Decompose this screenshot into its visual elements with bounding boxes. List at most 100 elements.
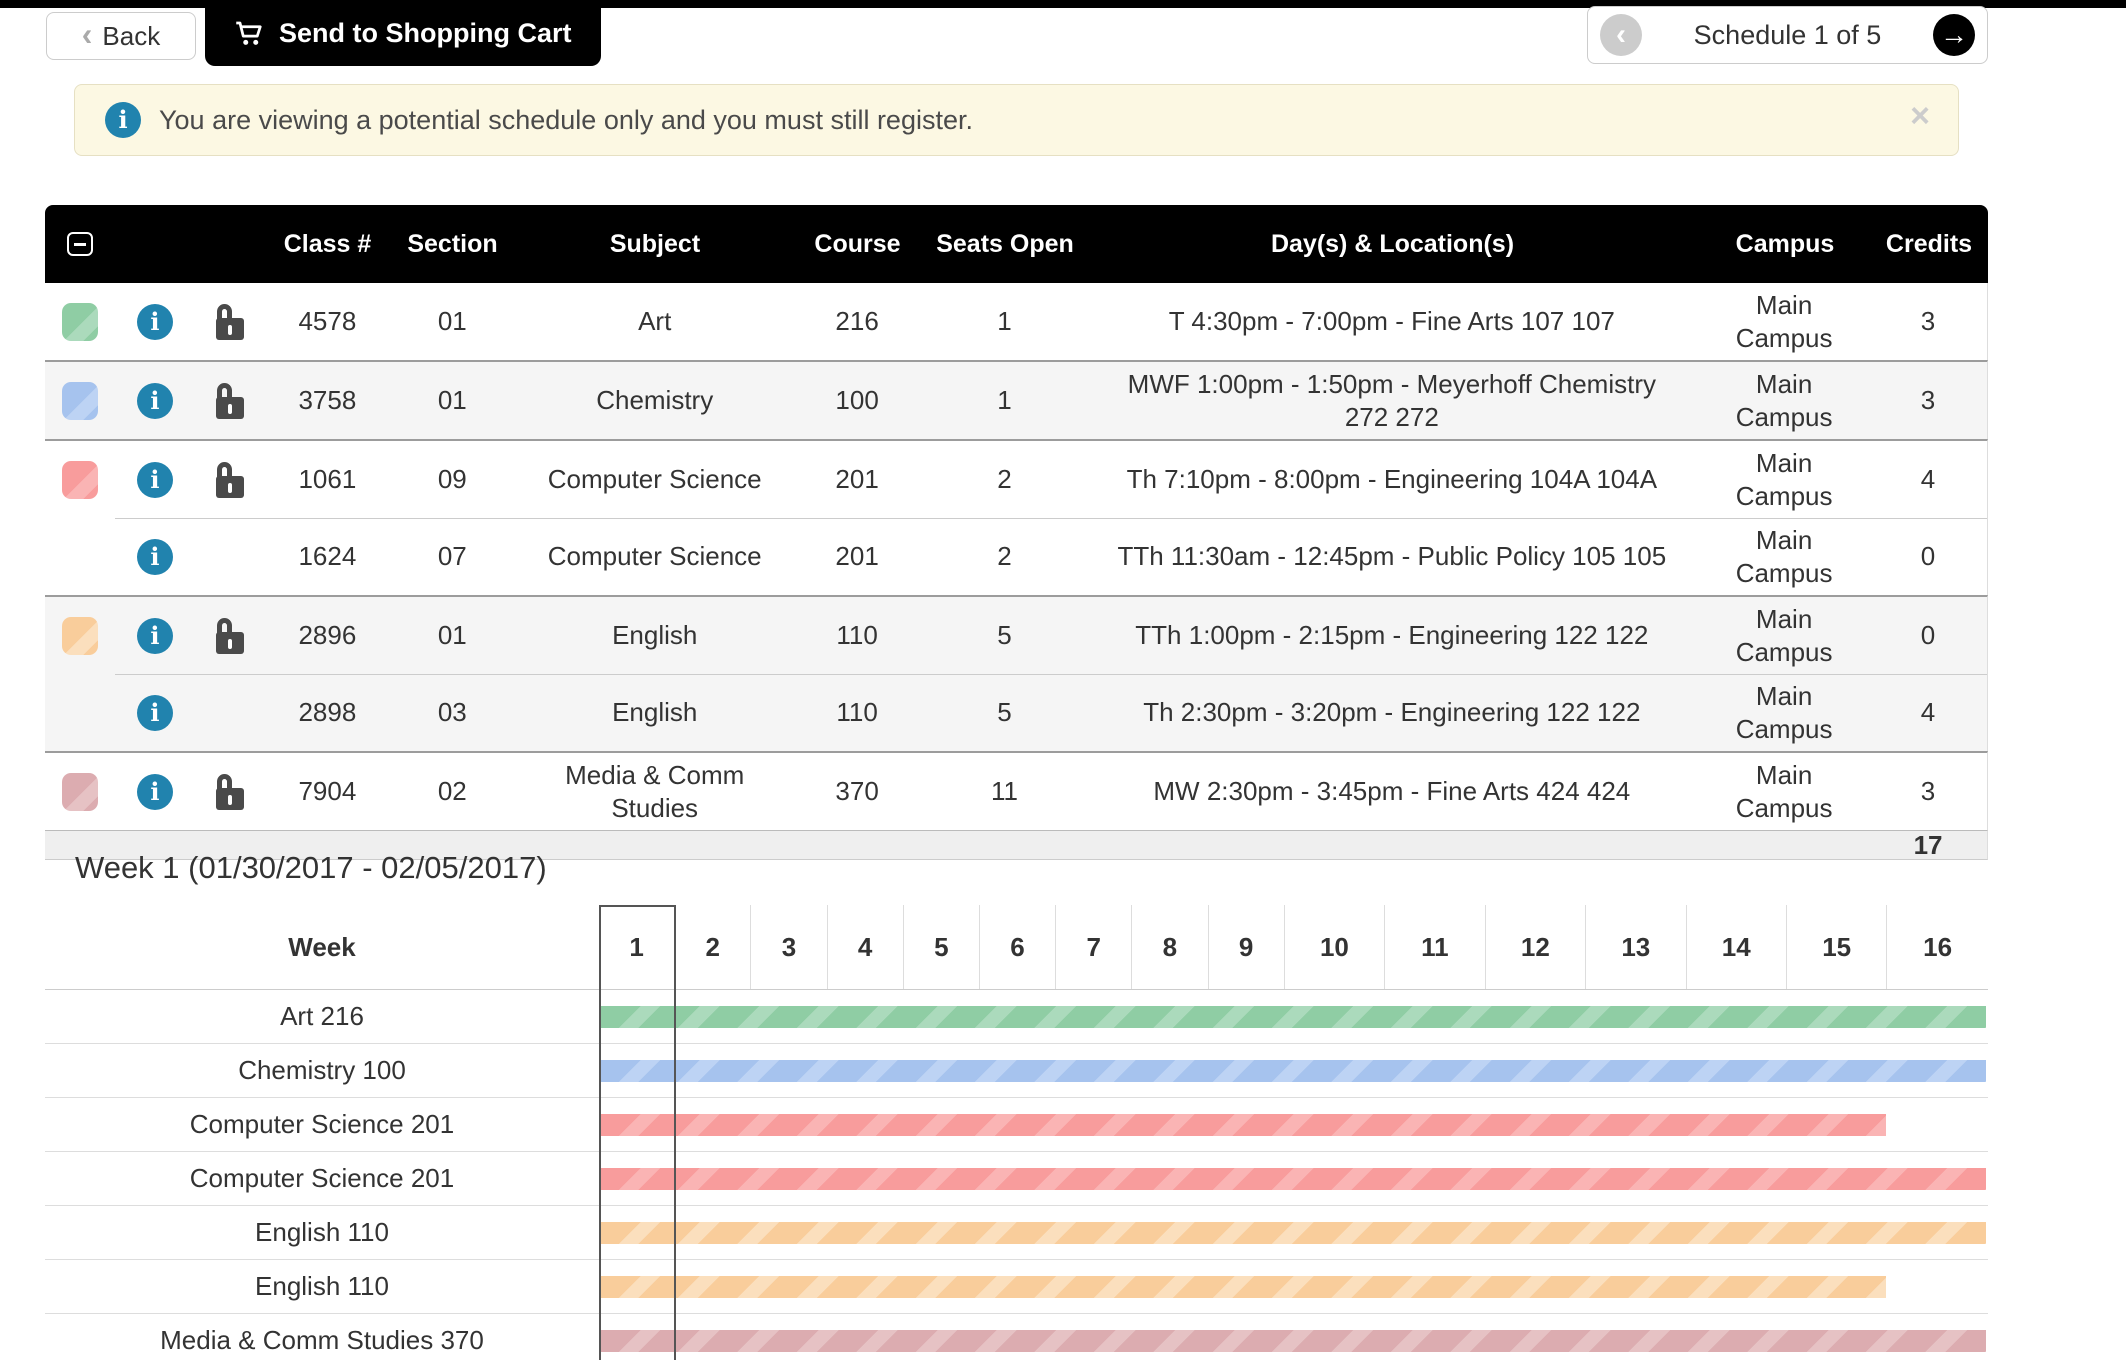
chevron-left-icon: ‹ bbox=[82, 18, 93, 50]
column-header-course: Course bbox=[790, 225, 925, 263]
course: 110 bbox=[790, 597, 925, 674]
gantt-row: Art 216 bbox=[45, 990, 1988, 1044]
course: 201 bbox=[790, 518, 925, 595]
course: 370 bbox=[790, 753, 925, 830]
info-icon[interactable] bbox=[137, 539, 173, 575]
gantt-bar bbox=[601, 1276, 1886, 1298]
week-header-cell: 15 bbox=[1787, 905, 1887, 989]
info-icon[interactable] bbox=[137, 695, 173, 731]
unlock-icon[interactable] bbox=[216, 304, 248, 340]
schedule-pager: ‹ Schedule 1 of 5 → bbox=[1587, 6, 1988, 64]
section: 07 bbox=[385, 518, 520, 595]
week-header-cell: 1 bbox=[599, 905, 675, 989]
days-locations: TTh 1:00pm - 2:15pm - Engineering 122 12… bbox=[1085, 597, 1700, 674]
course-color-swatch bbox=[62, 382, 98, 420]
semester-gantt: Week 1 2 3 4 5 6 7 8 9 10 11 12 13 14 15… bbox=[45, 905, 1988, 1360]
unlock-icon[interactable] bbox=[216, 462, 248, 498]
unlock-icon[interactable] bbox=[216, 383, 248, 419]
section: 01 bbox=[385, 597, 520, 674]
back-button[interactable]: ‹ Back bbox=[46, 12, 196, 60]
unlock-icon[interactable] bbox=[216, 774, 248, 810]
days-locations: Th 7:10pm - 8:00pm - Engineering 104A 10… bbox=[1085, 441, 1700, 518]
class-number: 3758 bbox=[270, 362, 385, 439]
week-header-cell: 11 bbox=[1385, 905, 1485, 989]
gantt-row: Computer Science 201 bbox=[45, 1098, 1988, 1152]
gantt-track bbox=[599, 1044, 1988, 1097]
gantt-row: Media & Comm Studies 370 bbox=[45, 1314, 1988, 1360]
table-row: 2898 03 English 110 5 Th 2:30pm - 3:20pm… bbox=[45, 674, 1988, 751]
gantt-bar bbox=[601, 1006, 1986, 1028]
week-header-cell: 14 bbox=[1687, 905, 1787, 989]
gantt-row-label: English 110 bbox=[45, 1260, 599, 1313]
gantt-row-label: Art 216 bbox=[45, 990, 599, 1043]
campus: Main Campus bbox=[1699, 362, 1869, 439]
seats-open: 11 bbox=[925, 753, 1085, 830]
campus: Main Campus bbox=[1699, 753, 1869, 830]
schedule-page: ‹ Back Send to Shopping Cart ‹ Schedule … bbox=[0, 0, 2126, 1360]
class-number: 2898 bbox=[270, 674, 385, 751]
info-icon[interactable] bbox=[137, 618, 173, 654]
subject: Computer Science bbox=[520, 441, 790, 518]
week-header-cell: 2 bbox=[675, 905, 751, 989]
class-number: 1624 bbox=[270, 518, 385, 595]
collapse-all-icon[interactable] bbox=[67, 232, 93, 256]
week-header-cell: 8 bbox=[1132, 905, 1208, 989]
seats-open: 2 bbox=[925, 518, 1085, 595]
gantt-bar bbox=[601, 1330, 1986, 1352]
gantt-track bbox=[599, 1206, 1988, 1259]
seats-open: 5 bbox=[925, 597, 1085, 674]
info-icon[interactable] bbox=[137, 383, 173, 419]
week-header-cell: 6 bbox=[980, 905, 1056, 989]
week-header-cell: 10 bbox=[1285, 905, 1385, 989]
section: 01 bbox=[385, 283, 520, 360]
schedule-pager-label: Schedule 1 of 5 bbox=[1694, 20, 1882, 51]
credits: 4 bbox=[1869, 441, 1987, 518]
gantt-row-label: Media & Comm Studies 370 bbox=[45, 1314, 599, 1360]
section: 02 bbox=[385, 753, 520, 830]
gantt-bar bbox=[601, 1060, 1986, 1082]
gantt-track bbox=[599, 1314, 1988, 1360]
credits: 0 bbox=[1869, 518, 1987, 595]
gantt-track bbox=[599, 1152, 1988, 1205]
send-to-cart-label: Send to Shopping Cart bbox=[279, 18, 571, 49]
info-icon[interactable] bbox=[137, 462, 173, 498]
gantt-row: English 110 bbox=[45, 1260, 1988, 1314]
class-number: 4578 bbox=[270, 283, 385, 360]
previous-schedule-icon[interactable]: ‹ bbox=[1600, 14, 1642, 56]
campus: Main Campus bbox=[1699, 597, 1869, 674]
total-credits: 17 bbox=[1869, 831, 1987, 859]
section: 09 bbox=[385, 441, 520, 518]
subject: Art bbox=[520, 283, 790, 360]
course-color-swatch bbox=[62, 773, 98, 811]
info-icon[interactable] bbox=[137, 774, 173, 810]
unlock-icon[interactable] bbox=[216, 618, 248, 654]
alert-message: You are viewing a potential schedule onl… bbox=[159, 105, 973, 136]
subject: Media & Comm Studies bbox=[520, 753, 790, 830]
week-header-cell: 9 bbox=[1209, 905, 1285, 989]
gantt-header: Week 1 2 3 4 5 6 7 8 9 10 11 12 13 14 15… bbox=[45, 905, 1988, 990]
campus: Main Campus bbox=[1699, 283, 1869, 360]
send-to-cart-button[interactable]: Send to Shopping Cart bbox=[205, 0, 601, 66]
credits: 3 bbox=[1869, 362, 1987, 439]
week-header-cell: 4 bbox=[828, 905, 904, 989]
week-header-cell: 12 bbox=[1486, 905, 1586, 989]
campus: Main Campus bbox=[1699, 441, 1869, 518]
close-icon[interactable]: × bbox=[1910, 99, 1930, 133]
course-color-swatch bbox=[62, 461, 98, 499]
credits: 4 bbox=[1869, 674, 1987, 751]
credits: 3 bbox=[1869, 753, 1987, 830]
column-header-days-locations: Day(s) & Location(s) bbox=[1085, 225, 1700, 263]
subject: Computer Science bbox=[520, 518, 790, 595]
week-header-cell: 3 bbox=[751, 905, 827, 989]
section: 03 bbox=[385, 674, 520, 751]
potential-schedule-alert: You are viewing a potential schedule onl… bbox=[74, 84, 1959, 156]
gantt-track bbox=[599, 1098, 1988, 1151]
days-locations: MW 2:30pm - 3:45pm - Fine Arts 424 424 bbox=[1085, 753, 1700, 830]
gantt-row: Chemistry 100 bbox=[45, 1044, 1988, 1098]
week-header-cell: 16 bbox=[1887, 905, 1987, 989]
column-header-campus: Campus bbox=[1700, 225, 1870, 263]
course: 110 bbox=[790, 674, 925, 751]
info-icon[interactable] bbox=[137, 304, 173, 340]
campus: Main Campus bbox=[1699, 674, 1869, 751]
next-schedule-icon[interactable]: → bbox=[1933, 14, 1975, 56]
